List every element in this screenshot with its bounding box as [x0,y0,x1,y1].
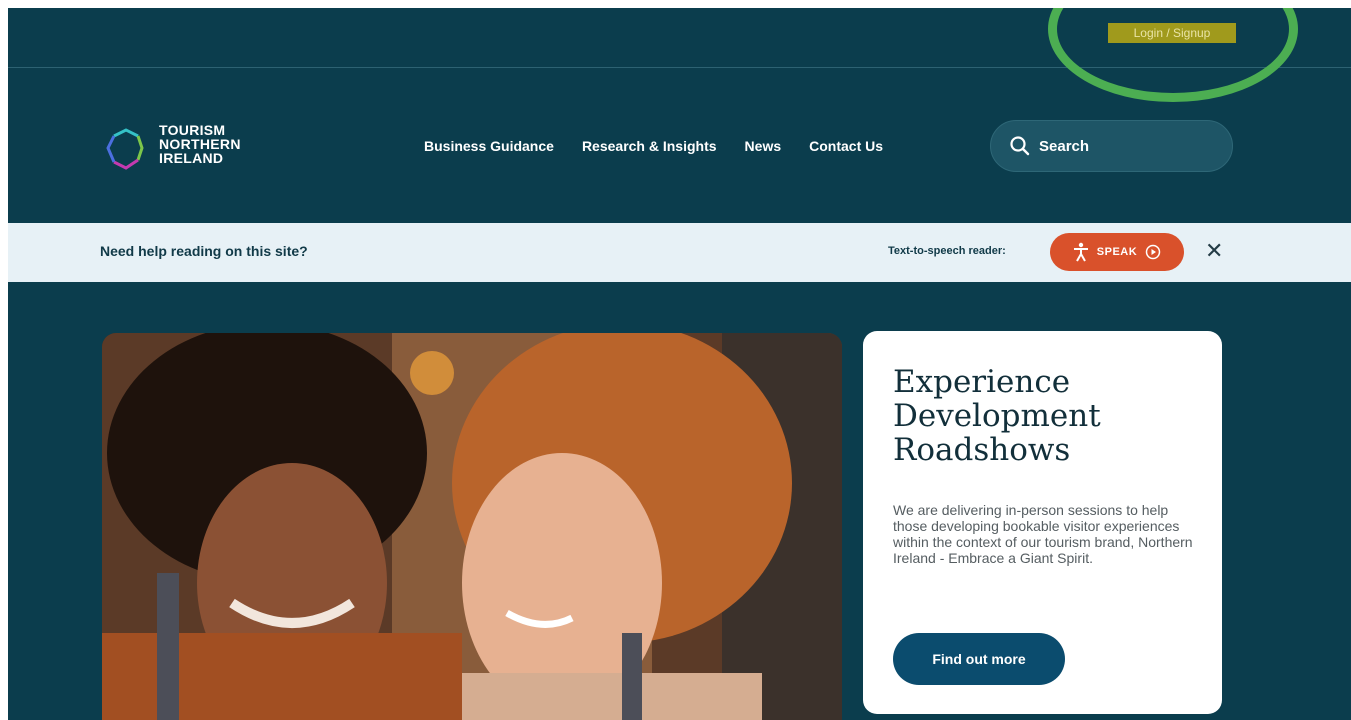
hero-title: Experience Development Roadshows [893,364,1101,468]
accessibility-bar: Need help reading on this site? Text-to-… [8,223,1351,282]
nav-business-guidance[interactable]: Business Guidance [424,136,554,156]
close-icon[interactable]: ✕ [1205,239,1223,263]
tts-label: Text-to-speech reader: [888,245,1006,257]
logo-line: IRELAND [159,150,224,166]
logo-line: TOURISM [159,122,226,138]
accessibility-person-icon [1073,242,1088,262]
utility-bar: Login / Signup [8,8,1351,67]
utility-divider [8,67,1351,68]
nav-contact-us[interactable]: Contact Us [809,136,883,156]
speak-label: SPEAK [1096,246,1138,258]
hero-description: We are delivering in-person sessions to … [893,502,1193,566]
hero-photo [102,333,842,720]
login-signup-link[interactable]: Login / Signup [1108,23,1236,43]
hero-card: Experience Development Roadshows We are … [863,331,1222,714]
speak-button[interactable]: SPEAK [1050,233,1184,271]
logo-mark-icon [106,128,144,170]
nav-research-insights[interactable]: Research & Insights [582,136,717,156]
play-circle-icon [1145,244,1161,260]
reading-help-prompt: Need help reading on this site? [100,243,308,259]
search-box[interactable]: Search [990,120,1233,172]
logo-line: NORTHERN [159,136,241,152]
main-nav: Business Guidance Research & Insights Ne… [424,136,911,156]
search-label: Search [1039,137,1090,155]
logo-text: TOURISM NORTHERN IRELAND [159,123,241,165]
search-icon [1010,136,1030,156]
page: Login / Signup TOURISM NORTHERN IRELAND … [8,8,1351,720]
find-out-more-button[interactable]: Find out more [893,633,1065,685]
nav-news[interactable]: News [745,136,782,156]
site-logo[interactable]: TOURISM NORTHERN IRELAND [104,120,274,180]
